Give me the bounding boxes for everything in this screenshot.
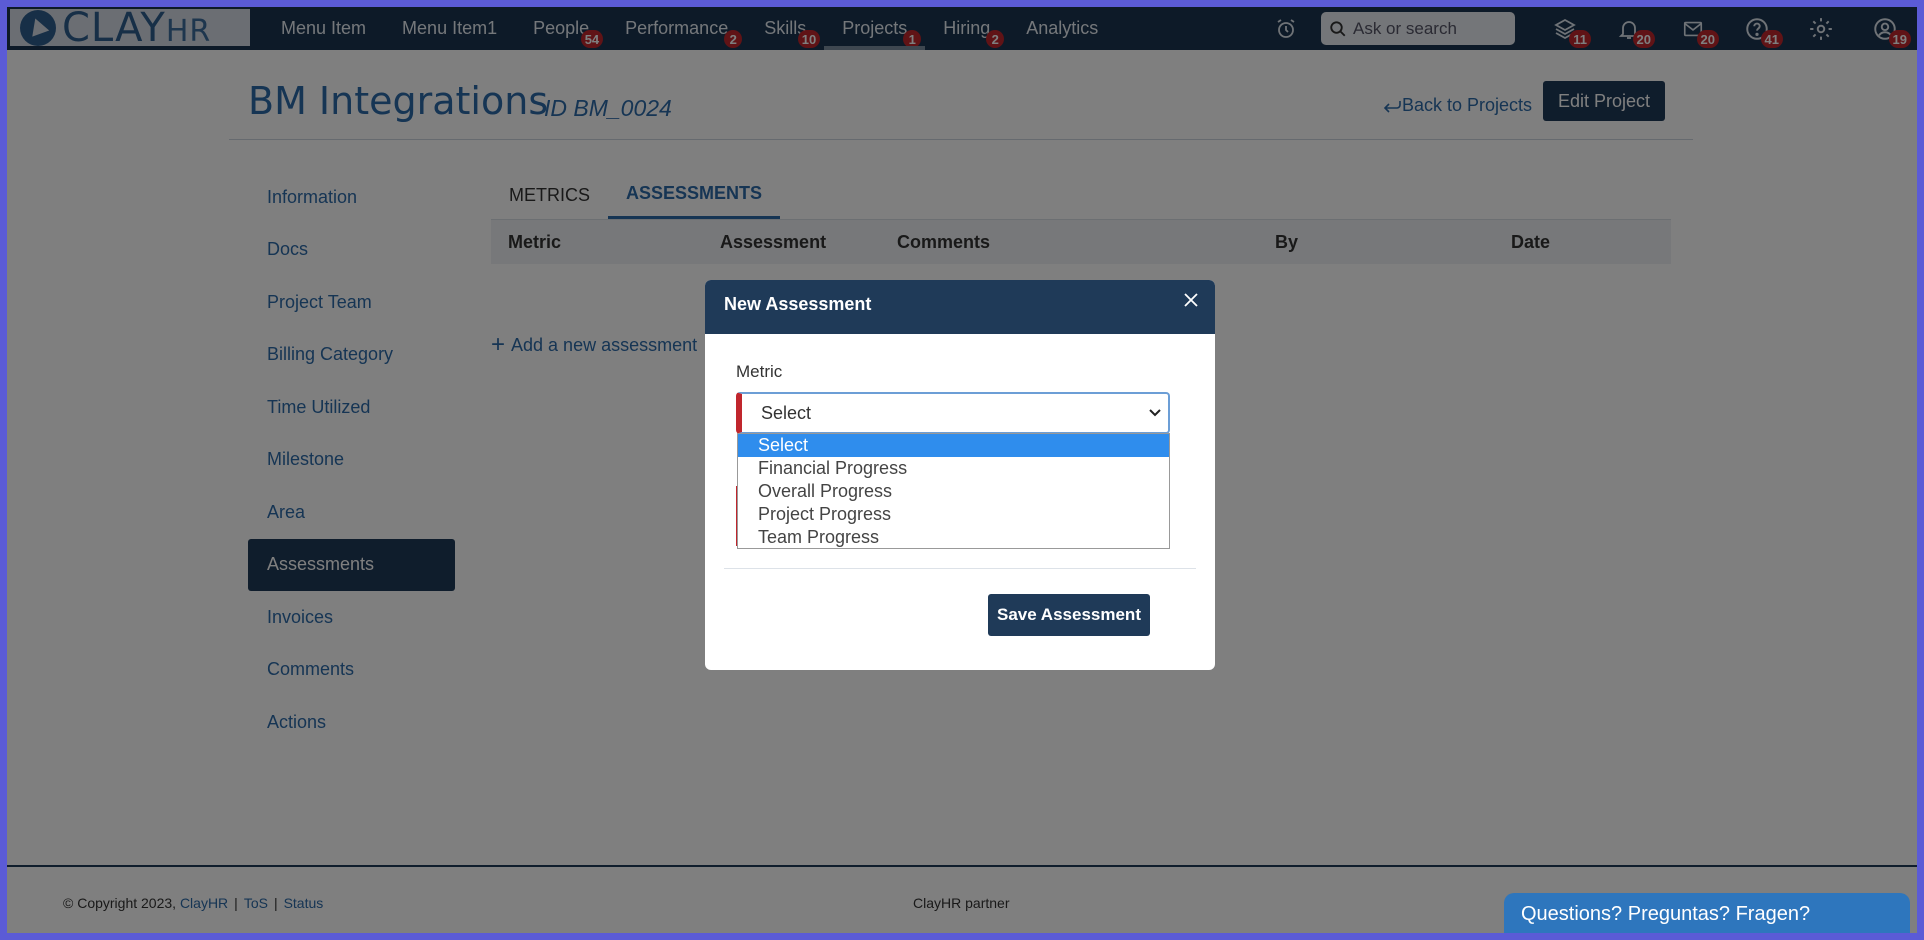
metric-option-select[interactable]: Select xyxy=(738,434,1169,457)
metric-dropdown-list: Select Financial Progress Overall Progre… xyxy=(737,433,1170,549)
close-icon[interactable] xyxy=(1183,292,1199,313)
modal-title: New Assessment xyxy=(724,294,872,314)
metric-option-team-progress[interactable]: Team Progress xyxy=(738,526,1169,549)
metric-option-project-progress[interactable]: Project Progress xyxy=(738,503,1169,526)
metric-option-overall-progress[interactable]: Overall Progress xyxy=(738,480,1169,503)
modal-header: New Assessment xyxy=(705,280,1215,334)
chat-widget-tab[interactable]: Questions? Preguntas? Fragen? xyxy=(1504,893,1910,933)
app-frame: CLAYHR Menu Item Menu Item1 People54 Per… xyxy=(7,7,1917,933)
save-assessment-button[interactable]: Save Assessment xyxy=(988,594,1150,636)
chevron-down-icon xyxy=(1149,409,1161,417)
metric-option-financial-progress[interactable]: Financial Progress xyxy=(738,457,1169,480)
metric-label: Metric xyxy=(736,362,783,381)
new-assessment-modal: New Assessment Metric Select Select Fina… xyxy=(705,280,1215,670)
modal-divider xyxy=(724,568,1196,569)
metric-select[interactable]: Select xyxy=(736,392,1170,434)
